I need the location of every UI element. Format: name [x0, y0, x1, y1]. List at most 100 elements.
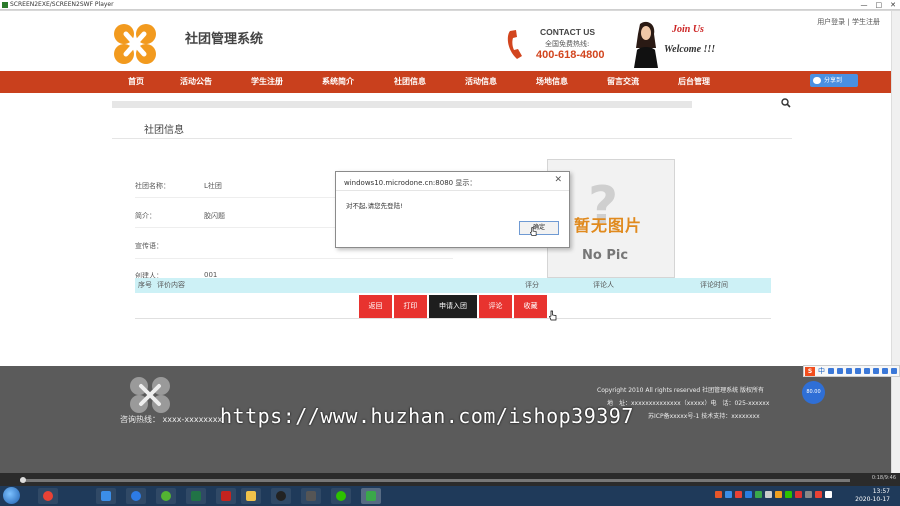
clock-time: 13:57	[872, 488, 890, 495]
nav-item-clubs[interactable]: 社团信息	[394, 71, 426, 93]
dialog-divider	[336, 190, 569, 191]
window-controls: — □ ✕	[861, 0, 897, 10]
nav-item-announcements[interactable]: 活动公告	[180, 71, 212, 93]
taskbar-clock[interactable]: 13:57 2020-10-17	[855, 488, 890, 504]
page-scrollbar[interactable]	[891, 11, 900, 473]
col-score: 评分	[525, 281, 539, 289]
content-top-bar	[112, 101, 692, 108]
footer-logo-icon	[130, 377, 170, 413]
taskbar-app-wechat[interactable]	[331, 488, 351, 504]
taskbar-app-q[interactable]	[126, 488, 146, 504]
ime-tool-icon[interactable]	[882, 368, 888, 374]
taskbar-app-chrome[interactable]	[38, 488, 58, 504]
maximize-button[interactable]: □	[876, 0, 883, 10]
favorite-button[interactable]: 收藏	[514, 295, 547, 318]
player-progress-knob[interactable]	[20, 477, 26, 483]
nav-item-venues[interactable]: 场地信息	[536, 71, 568, 93]
ime-tool-icon[interactable]	[855, 368, 861, 374]
tray-icon[interactable]	[715, 491, 722, 498]
tray-icon[interactable]	[765, 491, 772, 498]
taskbar-app-explorer[interactable]	[241, 488, 261, 504]
taskbar-app-excel[interactable]	[186, 488, 206, 504]
hand-cursor-icon	[549, 310, 557, 321]
floating-ball[interactable]: 80.00	[802, 381, 825, 404]
back-button[interactable]: 返回	[359, 295, 392, 318]
dialog-close-icon[interactable]: ✕	[554, 175, 562, 185]
tray-icon[interactable]	[725, 491, 732, 498]
cloud-drive-icon	[101, 491, 111, 501]
search-icon[interactable]	[781, 98, 791, 108]
tray-icon[interactable]	[735, 491, 742, 498]
media-icon	[306, 491, 316, 501]
watermark-url: https://www.huzhan.com/ishop39397	[220, 404, 634, 428]
nav-item-register[interactable]: 学生注册	[251, 71, 283, 93]
site-logo-icon	[114, 24, 156, 64]
nav-item-about[interactable]: 系统简介	[322, 71, 354, 93]
taskbar-app-qq[interactable]	[271, 488, 291, 504]
window-titlebar: SCREEN2EXE/SCREEN2SWF Player	[0, 0, 900, 10]
nav-item-messages[interactable]: 留言交流	[607, 71, 639, 93]
apply-join-button[interactable]: 申请入团	[429, 295, 477, 318]
tray-icon[interactable]	[795, 491, 802, 498]
nav-item-activities[interactable]: 活动信息	[465, 71, 497, 93]
taskbar-app-flash[interactable]	[216, 488, 236, 504]
row-divider	[135, 258, 453, 259]
dialog-ok-button[interactable]: 确定	[519, 221, 559, 235]
contact-phone: 400-618-4800	[536, 49, 605, 61]
start-button[interactable]	[3, 487, 20, 504]
tray-icon[interactable]	[805, 491, 812, 498]
ime-toolbar[interactable]: S 中	[803, 365, 900, 377]
action-buttons: 返回 打印 申请入团 评论 收藏	[359, 295, 547, 318]
top-links[interactable]: 用户登录 | 学生注册	[817, 17, 880, 27]
comment-button[interactable]: 评论	[479, 295, 512, 318]
app-icon	[161, 491, 171, 501]
wechat-icon	[336, 491, 346, 501]
player-progress-track[interactable]	[20, 479, 850, 482]
footer-hotline: 咨询热线： xxxx-xxxxxxxx	[120, 415, 223, 424]
tray-icon[interactable]	[815, 491, 822, 498]
join-us-text: Join Us	[672, 24, 704, 35]
ime-tool-icon[interactable]	[837, 368, 843, 374]
tray-icon[interactable]	[775, 491, 782, 498]
no-pic-cn: 暂无图片	[574, 216, 643, 235]
field-value-intro: 胶闪题	[204, 212, 225, 220]
clock-date: 2020-10-17	[855, 496, 890, 503]
ime-mode[interactable]: 中	[818, 366, 825, 376]
section-divider	[112, 138, 792, 139]
nav-item-home[interactable]: 首页	[128, 71, 144, 93]
ime-tool-icon[interactable]	[891, 368, 897, 374]
share-label: 分享到	[824, 77, 843, 84]
player-controls: 0:18/9:46	[0, 473, 900, 486]
player-icon	[366, 491, 376, 501]
taskbar-app-baidu-cloud[interactable]	[96, 488, 116, 504]
ime-tool-icons	[828, 368, 897, 374]
tray-icon[interactable]	[755, 491, 762, 498]
col-index: 序号	[138, 281, 152, 289]
taskbar-app-green[interactable]	[156, 488, 176, 504]
minimize-button[interactable]: —	[861, 0, 868, 10]
cloud-icon	[813, 77, 821, 84]
footer-icp: 苏ICP备xxxxx号-1 技术支持：xxxxxxxx	[648, 413, 760, 420]
ime-tool-icon[interactable]	[873, 368, 879, 374]
print-button[interactable]: 打印	[394, 295, 427, 318]
tray-icon[interactable]	[785, 491, 792, 498]
qq-icon	[276, 491, 286, 501]
share-button[interactable]: 分享到	[810, 74, 858, 87]
taskbar-app-media[interactable]	[301, 488, 321, 504]
ime-tool-icon[interactable]	[846, 368, 852, 374]
ime-tool-icon[interactable]	[828, 368, 834, 374]
pointer-cursor-icon	[530, 227, 537, 236]
spreadsheet-icon	[191, 491, 201, 501]
buttons-divider	[135, 318, 771, 319]
dialog-title: windows10.microdone.cn:8080 显示：	[344, 179, 477, 187]
taskbar-app-player[interactable]	[361, 488, 381, 504]
tray-icon[interactable]	[745, 491, 752, 498]
comments-table-header: 序号 评价内容 评分 评论人 评论时间	[135, 278, 771, 293]
tray-icon[interactable]	[825, 491, 832, 498]
contact-block: CONTACT US 全国免费热线: 400-618-4800	[505, 22, 615, 66]
close-button[interactable]: ✕	[890, 0, 896, 10]
main-nav: 首页 活动公告 学生注册 系统简介 社团信息 活动信息 场地信息 留言交流 后台…	[0, 71, 891, 93]
window-title: SCREEN2EXE/SCREEN2SWF Player	[10, 1, 114, 8]
nav-item-admin[interactable]: 后台管理	[678, 71, 710, 93]
ime-tool-icon[interactable]	[864, 368, 870, 374]
